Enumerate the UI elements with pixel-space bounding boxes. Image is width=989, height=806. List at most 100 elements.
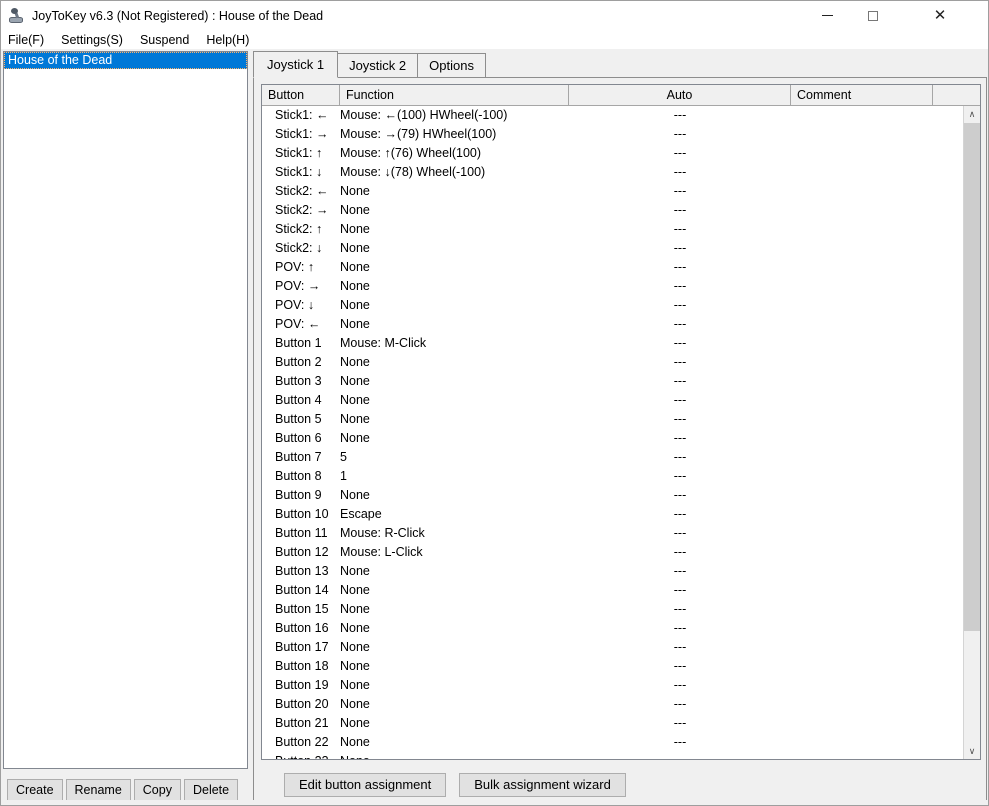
scrollbar-thumb[interactable] (964, 123, 980, 631)
maximize-button[interactable] (850, 1, 896, 30)
table-row[interactable]: Button 1 Mouse: M-Click --- (262, 334, 962, 353)
cell-button: Stick2: ↑ (275, 222, 323, 236)
table-row[interactable]: Stick2: ← None --- (262, 182, 962, 201)
menu-item-suspend[interactable]: Suspend (140, 33, 198, 47)
cell-comment (791, 600, 933, 619)
cell-function: None (340, 222, 370, 236)
table-row[interactable]: Button 10 Escape --- (262, 505, 962, 524)
table-row[interactable]: Button 4 None --- (262, 391, 962, 410)
cell-comment (791, 581, 933, 600)
table-row[interactable]: Button 11 Mouse: R-Click --- (262, 524, 962, 543)
create-button[interactable]: Create (7, 778, 63, 802)
tab-joystick-1[interactable]: Joystick 1 (253, 51, 339, 78)
cell-button: Button 4 (275, 393, 322, 407)
table-row[interactable]: POV: ↑ None --- (262, 258, 962, 277)
cell-auto: --- (673, 716, 687, 730)
table-row[interactable]: Button 3 None --- (262, 372, 962, 391)
table-row[interactable]: Stick2: → None --- (262, 201, 962, 220)
cell-button: Stick1: → (275, 127, 329, 141)
table-row[interactable]: Stick2: ↓ None --- (262, 239, 962, 258)
menu-item-help[interactable]: Help(H) (206, 33, 258, 47)
table-row[interactable]: POV: → None --- (262, 277, 962, 296)
table-row[interactable]: Stick1: ← Mouse: ←(100) HWheel(-100) --- (262, 106, 962, 125)
cell-button: Stick2: ↓ (275, 241, 323, 255)
scroll-up-icon[interactable]: ∧ (964, 106, 980, 123)
table-row[interactable]: Button 9 None --- (262, 486, 962, 505)
table-row[interactable]: Button 13 None --- (262, 562, 962, 581)
cell-auto: --- (673, 203, 687, 217)
table-row[interactable]: Button 21 None --- (262, 714, 962, 733)
cell-function: Mouse: R-Click (340, 526, 425, 540)
tab-page: Button Function Auto Comment Stick1: ← Mo… (253, 77, 987, 803)
table-row[interactable]: POV: ← None --- (262, 315, 962, 334)
joystick-panel: Joystick 1 Joystick 2 Options Button Fun… (253, 51, 987, 803)
table-row[interactable]: Button 19 None --- (262, 676, 962, 695)
edit-button-assignment-button[interactable]: Edit button assignment (284, 773, 447, 797)
cell-comment (791, 125, 933, 144)
table-row[interactable]: Button 22 None --- (262, 733, 962, 752)
table-row[interactable]: Button 16 None --- (262, 619, 962, 638)
cell-auto: --- (673, 108, 687, 122)
column-header-extra[interactable] (933, 85, 980, 106)
cell-button: Button 2 (275, 355, 322, 369)
cell-auto: --- (673, 260, 687, 274)
scroll-down-icon[interactable]: ∨ (964, 743, 980, 759)
table-body[interactable]: Stick1: ← Mouse: ←(100) HWheel(-100) --- St… (262, 106, 962, 759)
table-row[interactable]: POV: ↓ None --- (262, 296, 962, 315)
table-row[interactable]: Stick2: ↑ None --- (262, 220, 962, 239)
cell-function: None (340, 260, 370, 274)
menu-item-settings[interactable]: Settings(S) (61, 33, 132, 47)
table-row[interactable]: Button 15 None --- (262, 600, 962, 619)
cell-function: None (340, 184, 370, 198)
vertical-scrollbar[interactable]: ∧ ∨ (963, 106, 980, 759)
cell-button: Button 9 (275, 488, 322, 502)
tab-options[interactable]: Options (417, 53, 486, 78)
profile-list[interactable]: House of the Dead (3, 51, 248, 769)
menu-item-file[interactable]: File(F) (8, 33, 53, 47)
cell-comment (791, 182, 933, 201)
table-row[interactable]: Button 17 None --- (262, 638, 962, 657)
cell-comment (791, 410, 933, 429)
cell-auto: --- (673, 488, 687, 502)
column-header-button[interactable]: Button (262, 85, 340, 106)
delete-button[interactable]: Delete (183, 778, 239, 802)
table-row[interactable]: Button 12 Mouse: L-Click --- (262, 543, 962, 562)
table-row[interactable]: Stick1: → Mouse: →(79) HWheel(100) --- (262, 125, 962, 144)
table-row[interactable]: Button 6 None --- (262, 429, 962, 448)
copy-button[interactable]: Copy (133, 778, 181, 802)
column-header-function[interactable]: Function (340, 85, 569, 106)
cell-auto: --- (673, 602, 687, 616)
bulk-assignment-wizard-button[interactable]: Bulk assignment wizard (459, 773, 626, 797)
cell-auto: --- (569, 752, 791, 759)
cell-auto: --- (673, 412, 687, 426)
table-row[interactable]: Button 8 1 --- (262, 467, 962, 486)
table-row[interactable]: Button 2 None --- (262, 353, 962, 372)
column-header-comment[interactable]: Comment (791, 85, 933, 106)
cell-auto: --- (673, 507, 687, 521)
tab-joystick-2[interactable]: Joystick 2 (337, 53, 419, 78)
cell-comment (791, 144, 933, 163)
table-row[interactable]: Button 23None--- (262, 752, 962, 759)
column-header-auto[interactable]: Auto (569, 85, 791, 106)
cell-function: None (340, 488, 370, 502)
cell-button: Button 12 (275, 545, 329, 559)
cell-auto: --- (673, 450, 687, 464)
table-row[interactable]: Button 7 5 --- (262, 448, 962, 467)
cell-comment (791, 391, 933, 410)
table-row[interactable]: Button 18 None --- (262, 657, 962, 676)
minimize-button[interactable] (804, 1, 850, 30)
list-item[interactable]: House of the Dead (4, 52, 247, 69)
table-row[interactable]: Stick1: ↑ Mouse: ↑(76) Wheel(100) --- (262, 144, 962, 163)
table-row[interactable]: Stick1: ↓ Mouse: ↓(78) Wheel(-100) --- (262, 163, 962, 182)
cell-function: None (340, 241, 370, 255)
cell-button: Button 17 (275, 640, 329, 654)
table-row[interactable]: Button 5 None --- (262, 410, 962, 429)
table-row[interactable]: Button 14 None --- (262, 581, 962, 600)
cell-auto: --- (673, 526, 687, 540)
cell-comment (791, 638, 933, 657)
close-button[interactable]: ✕ (917, 1, 963, 30)
cell-button: Button 16 (275, 621, 329, 635)
rename-button[interactable]: Rename (65, 778, 131, 802)
tab-strip: Joystick 1 Joystick 2 Options (253, 51, 486, 78)
table-row[interactable]: Button 20 None --- (262, 695, 962, 714)
